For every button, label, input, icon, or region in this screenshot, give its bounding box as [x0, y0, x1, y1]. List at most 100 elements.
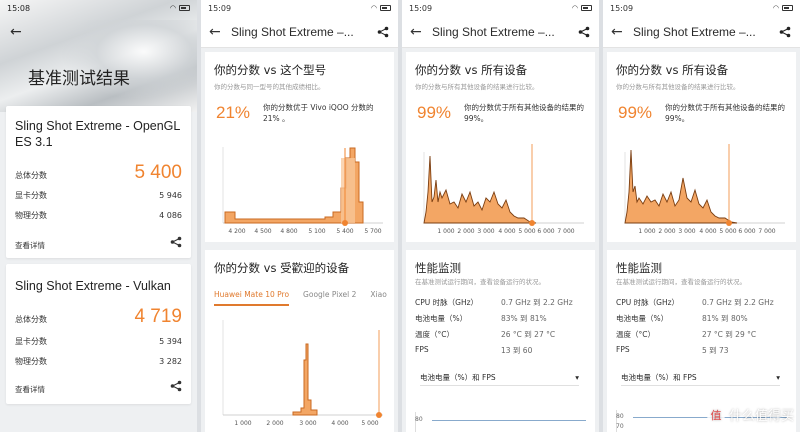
view-details-link[interactable]: 查看详情 [15, 240, 45, 251]
dropdown-arrow-icon: ▾ [575, 373, 579, 382]
x-tick: 2 000 [457, 228, 474, 235]
popular-device-chart: 1 000 2 000 3 000 4 000 5 000 [222, 320, 383, 427]
your-score-dot [529, 220, 535, 226]
status-time: 15:08 [7, 3, 31, 13]
x-tick: 4 000 [699, 228, 716, 235]
all-devices-screen-2: 15:09 ◠ ← Sling Shot Extreme –... 你的分数 v… [603, 0, 800, 432]
section-heading: 性能监测 [616, 261, 662, 275]
distribution-area [292, 343, 318, 416]
x-tick: 3 000 [477, 228, 494, 235]
battery-icon [581, 5, 592, 11]
app-bar: ← Sling Shot Extreme –... [603, 16, 800, 48]
section-subtitle: 在基准测试运行期间，查看设备运行的状况。 [616, 278, 746, 286]
battery-line [432, 420, 586, 421]
watermark: 值 什么值得买 [706, 405, 794, 424]
wifi-icon: ◠ [370, 4, 377, 12]
all-devices-section: 你的分数 vs 所有设备 你的分数与所有其他设备的结果进行比较。 99% 你的分… [406, 52, 595, 242]
share-icon[interactable] [577, 26, 591, 38]
x-tick: 5 100 [308, 228, 325, 235]
model-compare-section: 你的分数 vs 这个型号 你的分数与同一型号的其他成绩相比。 21% 你的分数优… [205, 52, 394, 242]
status-time: 15:09 [610, 3, 634, 13]
axis-label: 70 [616, 423, 624, 430]
app-bar-title: Sling Shot Extreme –... [432, 24, 555, 39]
x-tick: 4 000 [331, 420, 348, 427]
back-arrow-icon[interactable]: ← [209, 24, 231, 40]
results-screen: 15:08 ◠ ← 基准测试结果 Sling Shot Extreme - Op… [0, 0, 197, 432]
x-tick: 2 000 [658, 228, 675, 235]
axis-label: 80 [616, 413, 624, 420]
x-tick: 4 500 [254, 228, 271, 235]
metric-dropdown[interactable]: 电池电量（%）和 FPS ▾ [420, 370, 579, 386]
watermark-badge: 值 [706, 405, 725, 424]
x-tick: 4 000 [498, 228, 515, 235]
back-arrow-icon[interactable]: ← [410, 24, 432, 40]
section-subtitle: 在基准测试运行期间，查看设备运行的状况。 [415, 278, 545, 286]
share-icon[interactable] [170, 236, 182, 248]
highlight-band [341, 158, 355, 223]
physics-score: 4 086 [159, 211, 182, 220]
x-tick: 3 000 [299, 420, 316, 427]
app-bar-title: Sling Shot Extreme –... [633, 24, 756, 39]
share-icon[interactable] [376, 26, 390, 38]
status-time: 15:09 [208, 3, 232, 13]
metric-dropdown[interactable]: 电池电量（%）和 FPS ▾ [621, 370, 780, 386]
x-tick: 1 000 [638, 228, 655, 235]
popular-compare-section: 你的分数 vs 受歡迎的设备 Huawei Mate 10 Pro Google… [205, 250, 394, 432]
gpu-score-label: 显卡分数 [15, 191, 47, 200]
watermark-text: 什么值得买 [728, 409, 794, 424]
x-tick: 1 000 [234, 420, 251, 427]
status-bar: 15:09 ◠ [201, 0, 398, 16]
app-bar-title: Sling Shot Extreme –... [231, 24, 354, 39]
view-details-link[interactable]: 查看详情 [15, 384, 45, 395]
all-devices-screen-1: 15:09 ◠ ← Sling Shot Extreme –... 你的分数 v… [402, 0, 599, 432]
physics-score: 3 282 [159, 357, 182, 366]
battery-row: 电池电量（%） 81% 到 80% [616, 314, 748, 323]
model-compare-screen: 15:09 ◠ ← Sling Shot Extreme –... 你的分数 v… [201, 0, 398, 432]
x-tick: 4 200 [228, 228, 245, 235]
page-title: 基准测试结果 [28, 69, 130, 89]
share-icon[interactable] [778, 26, 792, 38]
performance-monitor-section: 性能监测 在基准测试运行期间，查看设备运行的状况。 CPU 时脉（GHz） 0.7… [406, 250, 595, 432]
distribution-area [423, 155, 537, 224]
app-bar: ← Sling Shot Extreme –... [201, 16, 398, 48]
dropdown-arrow-icon: ▾ [776, 373, 780, 382]
back-arrow-icon[interactable]: ← [611, 24, 633, 40]
x-tick: 3 000 [678, 228, 695, 235]
x-tick: 1 000 [437, 228, 454, 235]
battery-icon [380, 5, 391, 11]
gpu-score: 5 394 [159, 337, 182, 346]
your-score-dot [376, 412, 382, 418]
cpu-clock-row: CPU 时脉（GHz） 0.7 GHz 到 2.2 GHz [415, 298, 573, 307]
your-score-dot [726, 220, 732, 226]
wifi-icon: ◠ [571, 4, 578, 12]
status-bar: 15:08 ◠ [0, 0, 197, 16]
x-tick: 5 000 [518, 228, 535, 235]
test-name: Sling Shot Extreme - Vulkan [15, 279, 171, 293]
model-distribution-chart: 4 200 4 500 4 800 5 100 5 400 5 700 [222, 147, 383, 235]
fps-row: FPS 13 到 60 [415, 345, 533, 355]
distribution-area [624, 149, 738, 224]
axis-label: 80 [415, 416, 423, 423]
x-tick: 5 700 [364, 228, 381, 235]
x-tick: 7 000 [557, 228, 574, 235]
share-icon[interactable] [170, 380, 182, 392]
wifi-icon: ◠ [169, 4, 176, 12]
gpu-score-label: 显卡分数 [15, 337, 47, 346]
test-name: Sling Shot Extreme - OpenGL ES 3.1 [15, 119, 180, 149]
result-card-vulkan: Sling Shot Extreme - Vulkan 总体分数 4 719 显… [6, 264, 191, 404]
temperature-row: 温度（°C） 27 °C 到 29 °C [616, 330, 757, 339]
battery-row: 电池电量（%） 83% 到 81% [415, 314, 547, 323]
total-score: 4 719 [134, 306, 182, 327]
battery-icon [179, 5, 190, 11]
dropdown-value: 电池电量（%）和 FPS [420, 373, 496, 382]
temperature-row: 温度（°C） 26 °C 到 27 °C [415, 330, 556, 339]
status-time: 15:09 [409, 3, 433, 13]
back-arrow-icon[interactable]: ← [10, 24, 22, 40]
status-bar: 15:09 ◠ [402, 0, 599, 16]
x-tick: 5 000 [361, 420, 378, 427]
status-bar: 15:09 ◠ [603, 0, 800, 16]
x-tick: 5 400 [336, 228, 353, 235]
fps-row: FPS 5 到 73 [616, 345, 729, 355]
total-score: 5 400 [134, 162, 182, 183]
total-score-label: 总体分数 [15, 171, 47, 180]
